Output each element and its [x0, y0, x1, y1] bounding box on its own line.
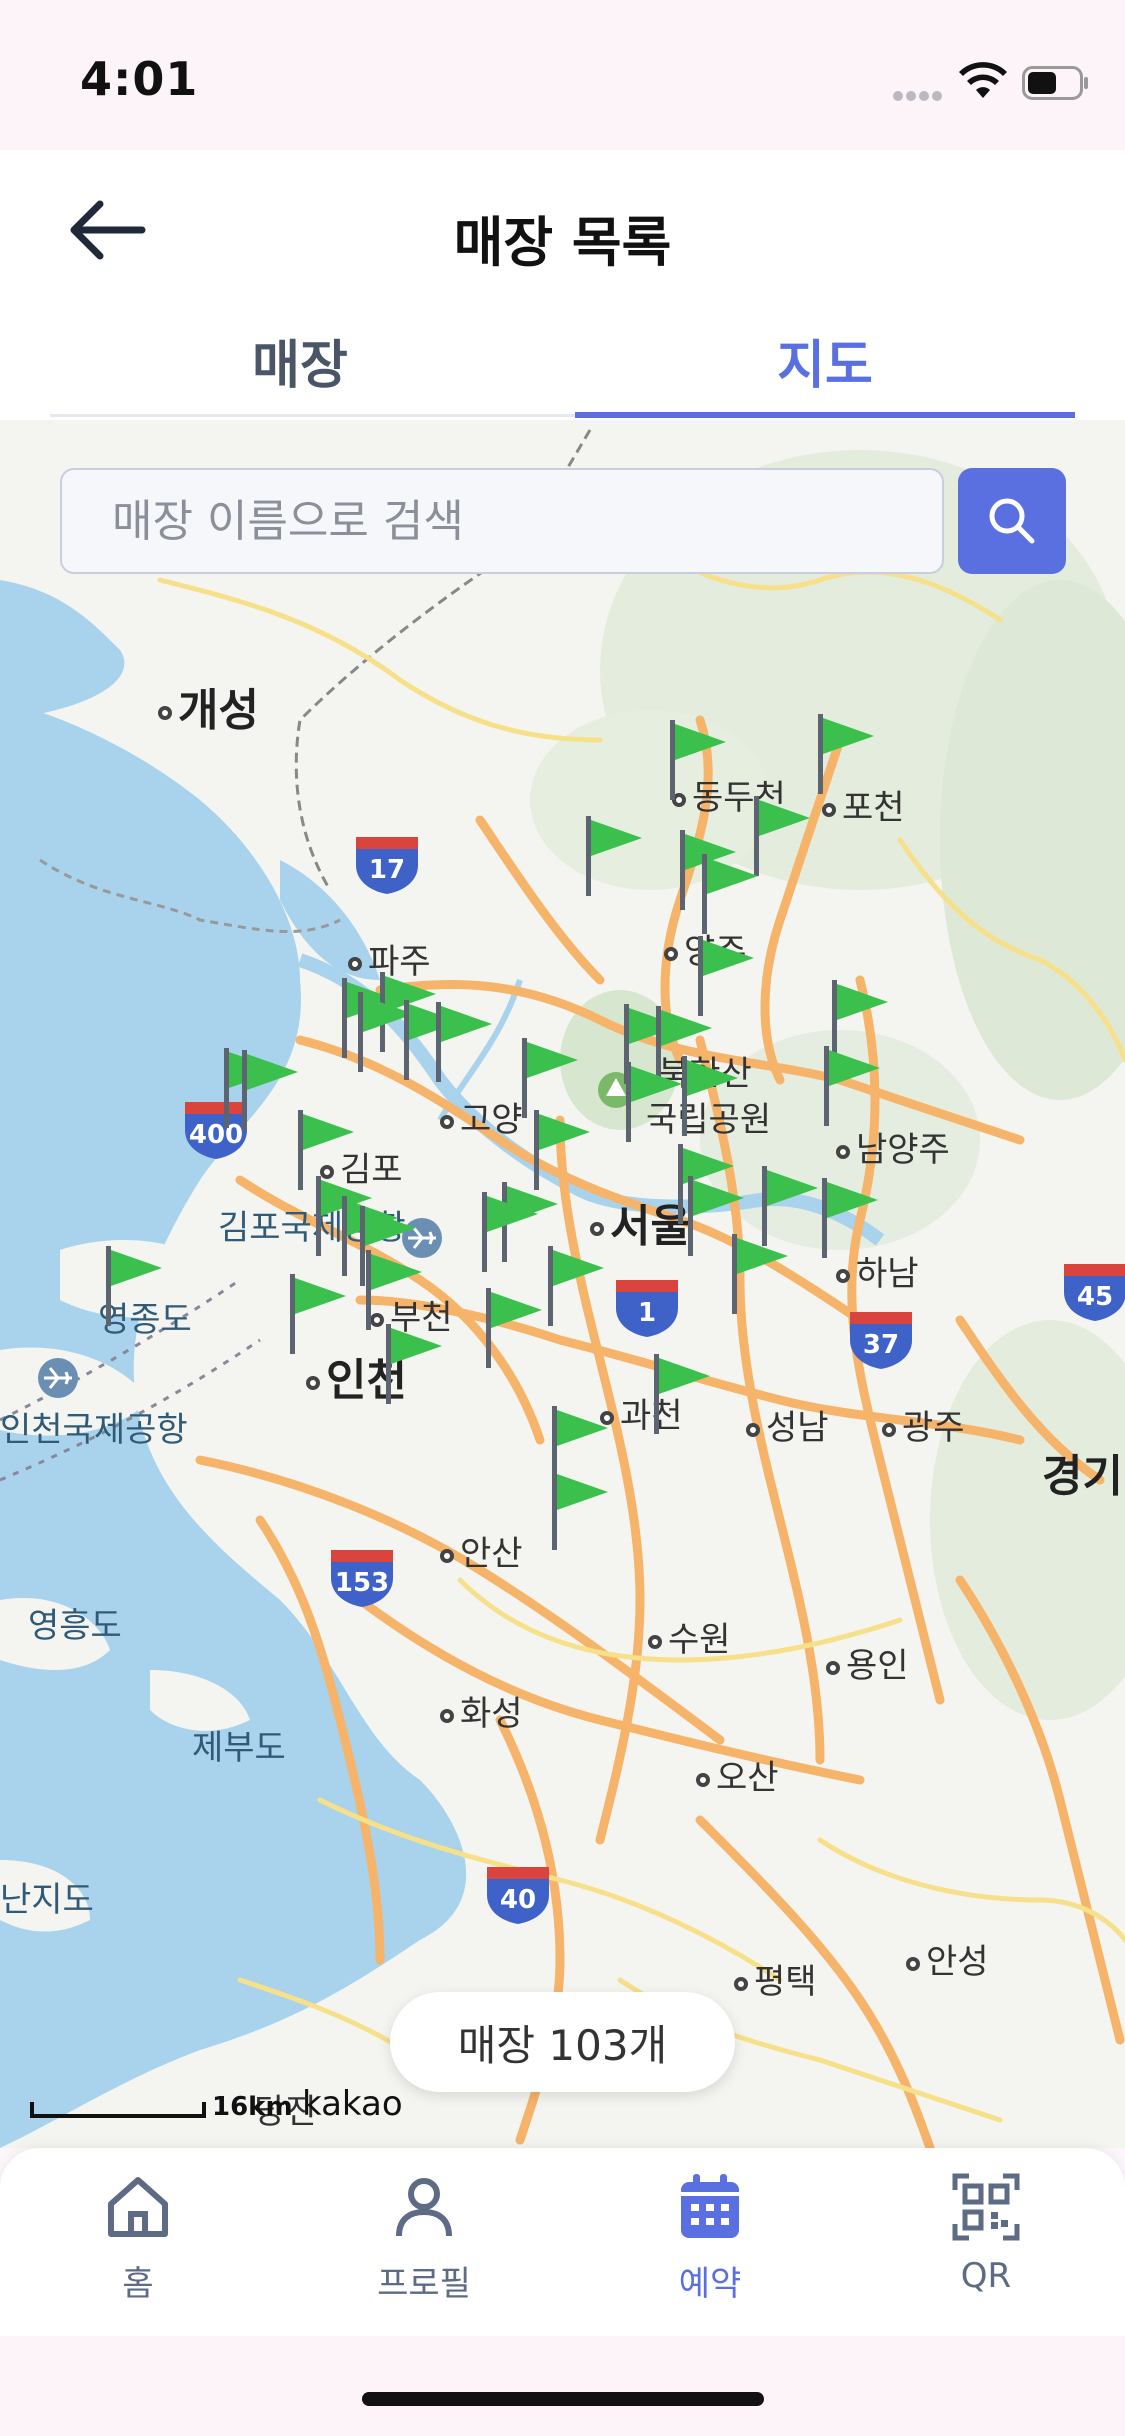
bottom-nav: 홈 프로필 예약 QR — [0, 2148, 1125, 2336]
store-flag-marker[interactable] — [484, 1288, 546, 1368]
map-label-namyangju: 남양주 — [836, 1122, 950, 1171]
search-input[interactable] — [62, 470, 942, 572]
map-label-daebudo: 난지도 — [0, 1880, 94, 1920]
nav-profile[interactable]: 프로필 — [344, 2172, 504, 2322]
route-shield-40: 40 — [485, 1865, 551, 1925]
store-count-badge[interactable]: 매장 103개 — [390, 1992, 735, 2092]
store-flag-marker[interactable] — [104, 1246, 166, 1326]
map-label-seongnam: 성남 — [746, 1400, 829, 1449]
map-label-ansan: 안산 — [440, 1526, 523, 1575]
map-label-gwangju: 광주 — [882, 1400, 965, 1449]
home-icon — [108, 2177, 168, 2237]
map-scale-label: 16km — [212, 2092, 293, 2122]
store-flag-marker[interactable] — [730, 1234, 792, 1314]
nav-home-label: 홈 — [122, 2264, 154, 2304]
airport-icon — [38, 1358, 78, 1398]
route-shield-1: 1 — [614, 1278, 680, 1338]
store-flag-marker[interactable] — [584, 816, 646, 896]
home-indicator-area — [0, 2336, 1125, 2436]
signal-icon — [893, 86, 945, 101]
map-label-incheon-airport: 인천국제공항 — [0, 1410, 188, 1450]
search-box — [60, 468, 944, 574]
route-shield-153: 153 — [329, 1548, 395, 1608]
profile-icon — [396, 2178, 452, 2237]
map-label-pyeongtaek: 평택 — [734, 1954, 817, 2003]
header: 매장 목록 — [0, 150, 1125, 315]
kakao-logo: kakao — [302, 2084, 403, 2124]
map-label-gyeonggi: 경기 — [1042, 1451, 1123, 1502]
tab-map[interactable]: 지도 — [575, 300, 1075, 420]
nav-qr[interactable]: QR — [906, 2172, 1066, 2322]
status-bar: 4:01 — [0, 0, 1125, 150]
search-button[interactable] — [958, 468, 1066, 574]
store-flag-marker[interactable] — [532, 1110, 594, 1190]
store-flag-marker[interactable] — [680, 1056, 742, 1136]
calendar-icon — [681, 2174, 739, 2238]
store-flag-marker[interactable] — [624, 1062, 686, 1142]
store-flag-marker[interactable] — [480, 1192, 542, 1272]
store-flag-marker[interactable] — [816, 714, 878, 794]
map-label-osan: 오산 — [696, 1750, 779, 1799]
store-flag-marker[interactable] — [700, 854, 762, 934]
store-flag-marker[interactable] — [288, 1274, 350, 1354]
map-label-goyang: 고양 — [440, 1092, 523, 1141]
store-flag-marker[interactable] — [384, 1324, 446, 1404]
store-flag-marker[interactable] — [550, 1470, 612, 1550]
qr-icon — [952, 2173, 1020, 2241]
active-tab-indicator — [575, 412, 1075, 418]
tab-store[interactable]: 매장 — [50, 300, 550, 420]
store-flag-marker[interactable] — [434, 1002, 496, 1082]
store-flag-marker[interactable] — [546, 1246, 608, 1326]
map-label-suwon: 수원 — [648, 1612, 731, 1661]
tab-bar: 매장 지도 — [0, 300, 1125, 420]
nav-reservation[interactable]: 예약 — [630, 2172, 790, 2322]
page-title: 매장 목록 — [453, 211, 672, 274]
route-shield-37: 37 — [848, 1310, 914, 1370]
store-flag-marker[interactable] — [240, 1050, 302, 1130]
store-flag-marker[interactable] — [520, 1038, 582, 1118]
map-label-yeongheungdo: 영흥도 — [28, 1606, 122, 1646]
store-flag-marker[interactable] — [364, 1250, 426, 1330]
nav-profile-label: 프로필 — [377, 2264, 471, 2304]
nav-reservation-label: 예약 — [678, 2264, 742, 2304]
route-shield-45: 45 — [1062, 1262, 1125, 1322]
store-flag-marker[interactable] — [668, 720, 730, 800]
battery-icon — [1022, 66, 1088, 100]
search-icon — [989, 498, 1035, 544]
map-label-yongin: 용인 — [826, 1638, 909, 1687]
store-flag-marker[interactable] — [822, 1046, 884, 1126]
map-label-hwaseong: 화성 — [440, 1686, 523, 1735]
nav-home[interactable]: 홈 — [58, 2172, 218, 2322]
store-flag-marker[interactable] — [696, 936, 758, 1016]
store-flag-marker[interactable] — [820, 1178, 882, 1258]
store-flag-marker[interactable] — [652, 1354, 714, 1434]
map-label-anseong: 안성 — [906, 1934, 989, 1983]
home-indicator — [362, 2392, 764, 2406]
map-scale-bar — [30, 2102, 206, 2118]
route-shield-17: 17 — [354, 835, 420, 895]
map-view[interactable]: 17 400 1 37 45 153 40 개성 동두천 포천 파주 양주 고양… — [0, 420, 1125, 2148]
wifi-icon — [959, 62, 1007, 98]
map-label-gaeseong: 개성 — [158, 674, 259, 738]
map-label-jebudo: 제부도 — [192, 1728, 286, 1768]
status-time: 4:01 — [80, 52, 199, 106]
nav-qr-label: QR — [960, 2256, 1012, 2296]
